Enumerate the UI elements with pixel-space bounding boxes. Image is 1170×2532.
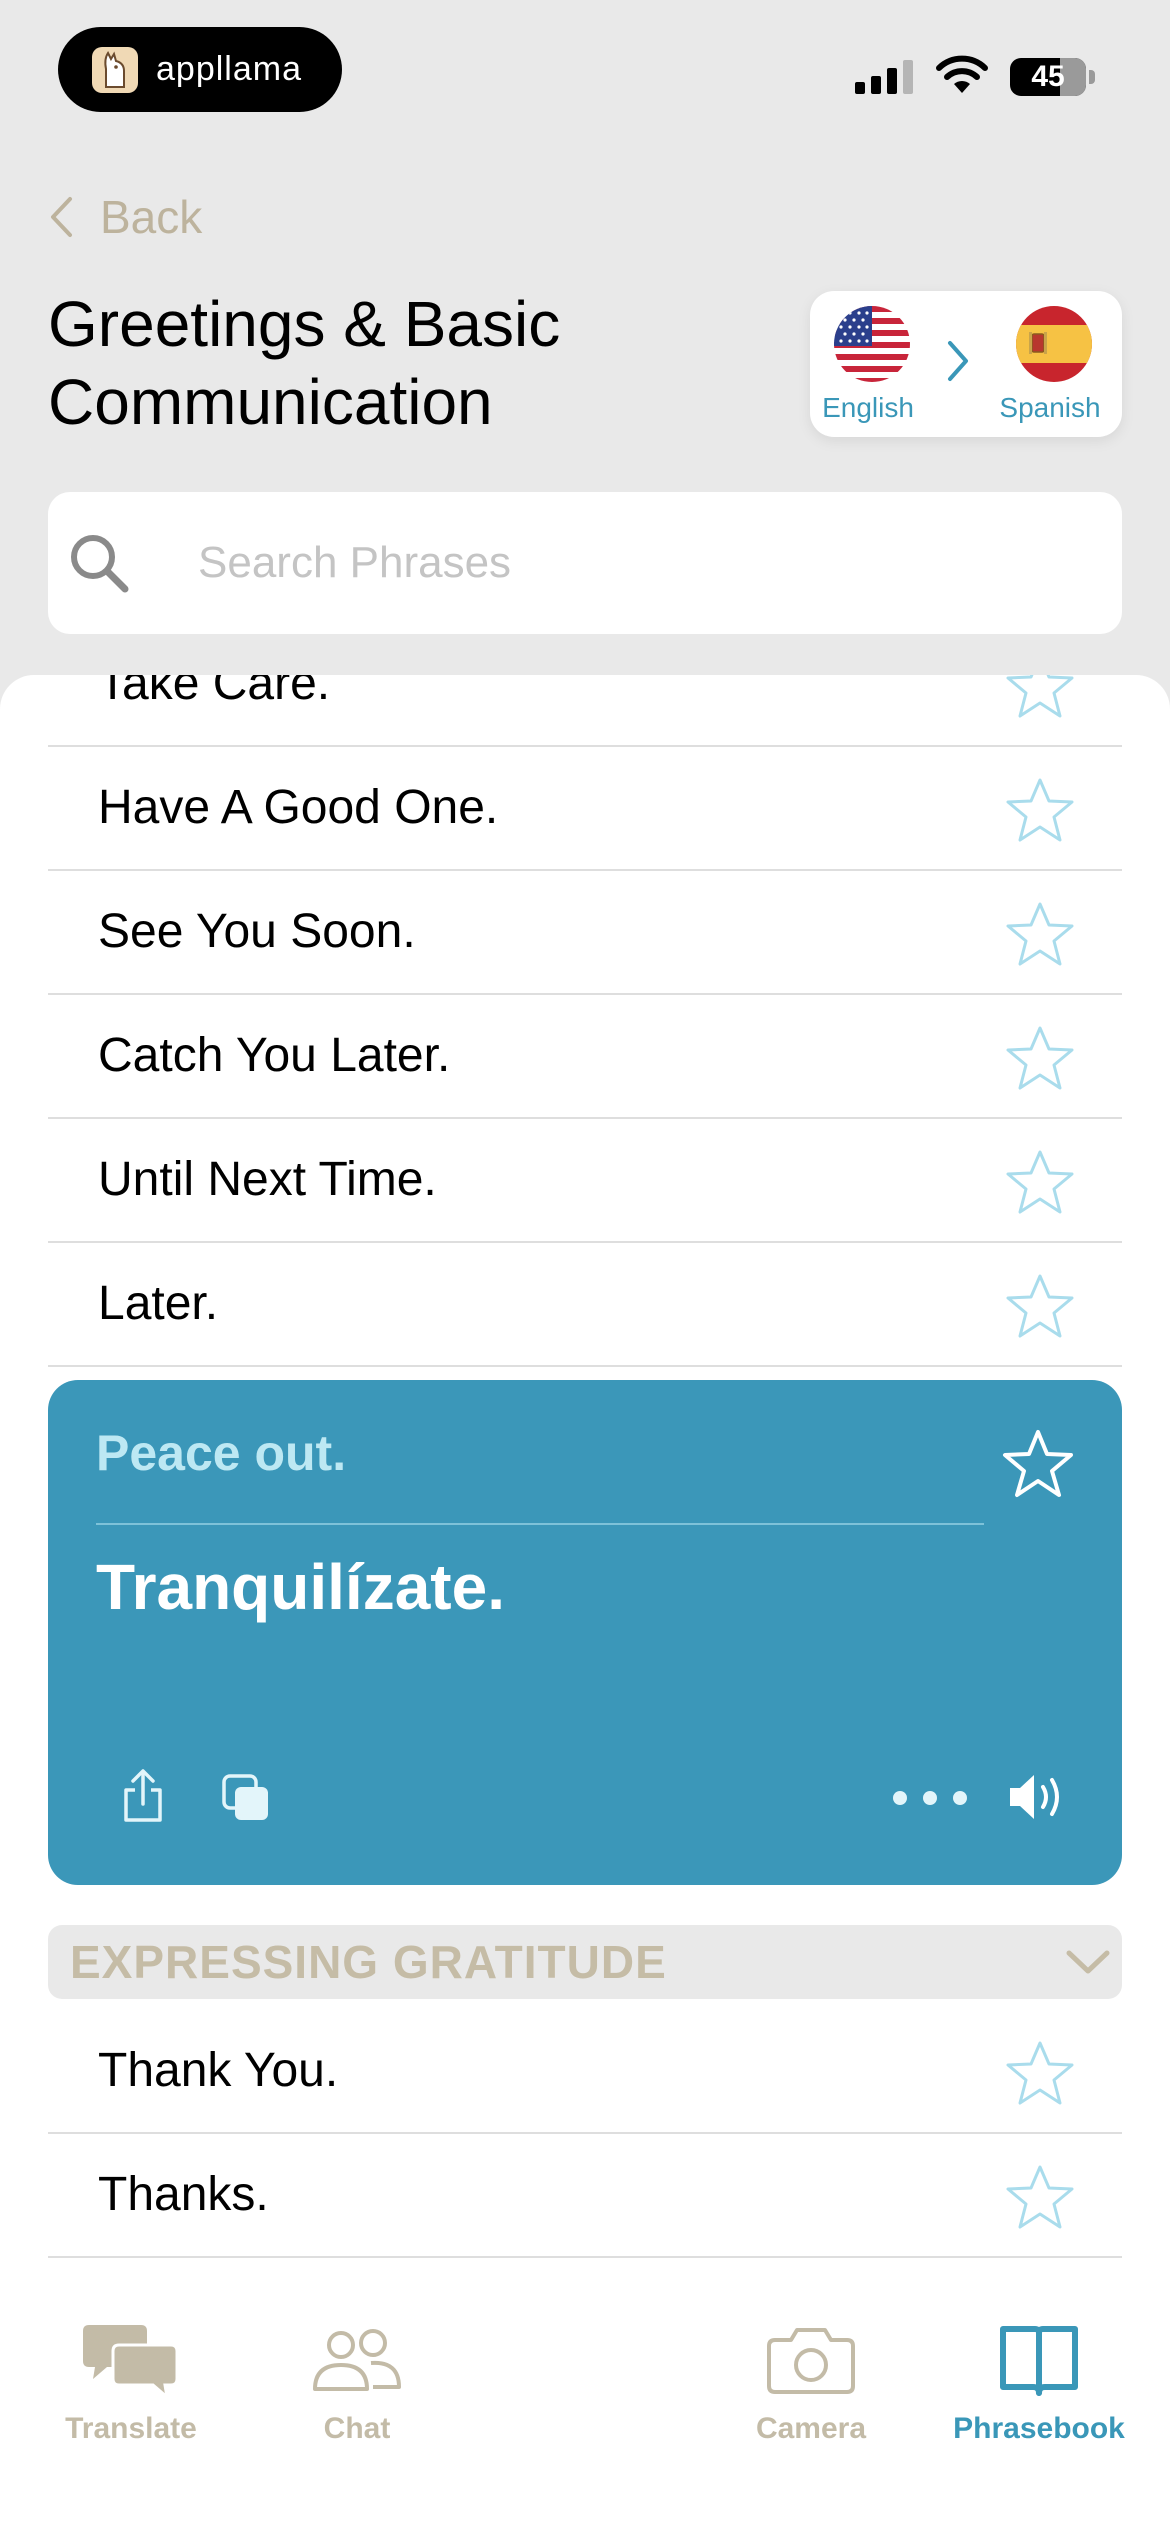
chevron-left-icon [51,197,72,237]
app-name: appllama [156,50,302,88]
chat-bubbles-icon [16,2315,246,2405]
phrase-list-sheet[interactable]: Take Care. Have A Good One. See You Soon… [0,675,1170,2275]
search-bar[interactable] [48,492,1122,634]
book-icon [924,2315,1154,2405]
cellular-signal-icon [855,60,913,94]
tab-camera[interactable]: Camera [696,2275,926,2455]
tab-label: Translate [65,2412,197,2445]
tab-translate[interactable]: Translate [16,2275,246,2455]
translation-card[interactable]: Peace out. Tranquilízate. [48,1380,1122,1885]
favorite-star-icon[interactable] [1004,901,1076,967]
search-icon [68,532,130,599]
speaker-icon[interactable] [1006,1770,1070,1829]
list-item[interactable]: Have A Good One. [48,747,1122,871]
chevron-right-icon [944,339,972,388]
tab-label: Camera [755,2412,867,2445]
favorite-star-icon[interactable] [1004,2164,1076,2230]
list-item[interactable]: See You Soon. [48,871,1122,995]
section-header-expressing-gratitude[interactable]: EXPRESSING GRATITUDE [48,1925,1122,1999]
source-phrase: Peace out. [96,1425,347,1481]
search-input[interactable] [198,492,1098,634]
copy-icon[interactable] [220,1772,272,1829]
back-label: Back [100,191,203,243]
card-divider [96,1523,984,1525]
favorite-star-icon[interactable] [1004,1273,1076,1339]
wifi-icon [935,55,989,100]
phrase-text: Have A Good One. [98,781,499,834]
share-icon[interactable] [120,1768,166,1829]
list-item[interactable]: Later. [48,1243,1122,1367]
phrase-text: Thank You. [98,2044,339,2097]
list-item[interactable]: Thank You. [48,2010,1122,2134]
favorite-star-icon[interactable] [1004,1025,1076,1091]
us-flag-icon[interactable] [834,306,910,382]
phrase-text: See You Soon. [98,905,416,958]
chevron-down-icon[interactable] [1064,1947,1112,1982]
battery-icon: 45 [1010,58,1086,96]
list-item[interactable]: Take Care. [48,675,1122,747]
more-options-icon[interactable] [892,1790,968,1811]
tab-label: Chat [323,2412,391,2445]
phrase-text: Catch You Later. [98,1029,451,1082]
tab-bar: Translate Chat Camera Phrasebook [0,2275,1170,2532]
phrase-text: Take Care. [98,675,331,710]
app-badge[interactable]: appllama [58,27,342,112]
language-pair-selector[interactable]: English Spanish [810,291,1122,437]
translated-phrase: Tranquilízate. [96,1551,505,1623]
back-button[interactable]: Back [48,190,202,244]
phrase-text: Thanks. [98,2168,269,2221]
battery-level: 45 [1031,60,1065,93]
section-title: EXPRESSING GRATITUDE [70,1936,667,1988]
favorite-star-icon[interactable] [1004,2040,1076,2106]
phrase-text: Later. [98,1277,219,1330]
favorite-star-icon[interactable] [1000,1428,1076,1503]
target-language-label: Spanish [999,392,1101,423]
favorite-star-icon[interactable] [1004,675,1076,719]
favorite-star-icon[interactable] [1004,777,1076,843]
tab-label: Phrasebook [953,2412,1125,2445]
people-icon [242,2315,472,2405]
list-item[interactable]: Until Next Time. [48,1119,1122,1243]
tab-phrasebook[interactable]: Phrasebook [924,2275,1154,2455]
phrase-text: Until Next Time. [98,1153,437,1206]
source-language-label: English [822,392,914,423]
page-title: Greetings & Basic Communication [48,288,561,438]
list-item[interactable]: Thanks. [48,2134,1122,2258]
favorite-star-icon[interactable] [1004,1149,1076,1215]
list-item[interactable]: Catch You Later. [48,995,1122,1119]
tab-chat[interactable]: Chat [242,2275,472,2455]
spain-flag-icon[interactable] [1016,306,1092,382]
llama-logo-icon [92,46,138,93]
camera-icon [696,2315,926,2405]
status-bar: appllama 45 [0,0,1170,130]
